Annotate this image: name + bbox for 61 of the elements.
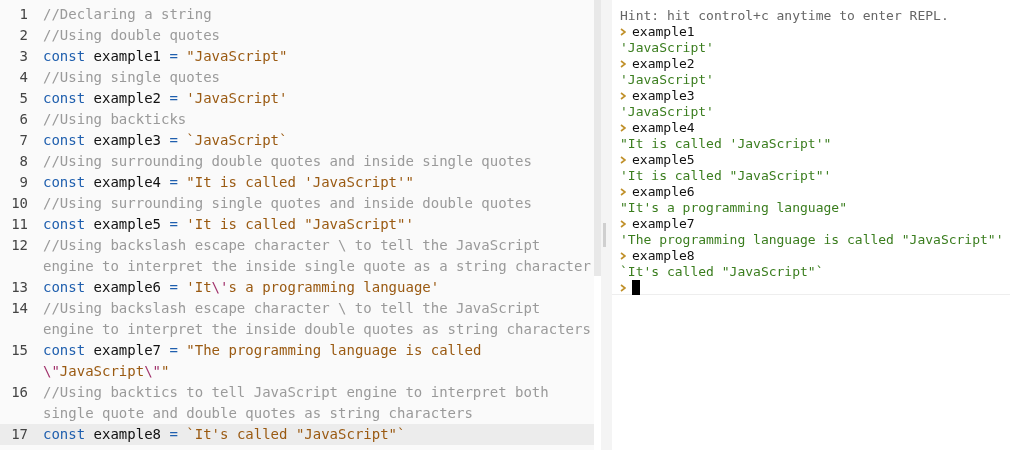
code-statement: const example3 = `JavaScript` <box>43 131 289 150</box>
console-command: example2 <box>632 56 695 72</box>
console-command: example4 <box>632 120 695 136</box>
code-statement: const example1 = "JavaScript" <box>43 47 289 66</box>
prompt-icon <box>620 92 626 100</box>
code-comment: //Using backticks <box>43 110 188 129</box>
code-statement: const example2 = 'JavaScript' <box>43 89 289 108</box>
line-number: 3 <box>18 47 29 66</box>
line-number: 15 <box>10 341 29 360</box>
code-statement: const example7 = "The programming language is called \"JavaScript\"" <box>43 341 483 381</box>
line-number: 7 <box>18 131 29 150</box>
console-output: "It is called 'JavaScript'" <box>620 136 833 152</box>
code-statement: const example6 = 'It\'s a programming language' <box>43 278 441 297</box>
line-number: 5 <box>18 89 29 108</box>
console-command: example7 <box>632 216 695 232</box>
code-comment: //Declaring a string <box>43 5 213 24</box>
code-statement: const example8 = `It's called "JavaScript"` <box>43 425 407 444</box>
console-output: 'JavaScript' <box>620 40 715 56</box>
line-number: 16 <box>10 383 29 402</box>
prompt-icon <box>620 283 626 292</box>
console-command: example6 <box>632 184 695 200</box>
console-output: 'It is called "JavaScript"' <box>620 168 833 184</box>
cursor-icon <box>632 280 640 295</box>
line-number: 12 <box>10 236 29 255</box>
code-comment: //Using single quotes <box>43 68 221 87</box>
prompt-icon <box>620 220 626 228</box>
line-number: 10 <box>10 194 29 213</box>
line-number: 14 <box>10 299 29 318</box>
console-command: example5 <box>632 152 695 168</box>
line-number: 9 <box>18 173 29 192</box>
console-output: `It's called "JavaScript"` <box>620 264 825 280</box>
line-number: 2 <box>18 26 29 45</box>
code-comment: //Using surrounding double quotes and inside single quotes <box>43 152 533 171</box>
prompt-icon <box>620 124 626 132</box>
console-output: "It's a programming language" <box>620 200 848 216</box>
console-command: example3 <box>632 88 695 104</box>
line-number: 13 <box>10 278 29 297</box>
line-number: 8 <box>18 152 29 171</box>
console-command: example1 <box>632 24 695 40</box>
console-output: 'JavaScript' <box>620 104 715 120</box>
line-number: 17 <box>10 425 29 444</box>
code-statement: const example5 = 'It is called "JavaScript"' <box>43 215 415 234</box>
console-command: example8 <box>632 248 695 264</box>
line-number: 6 <box>18 110 29 129</box>
line-number: 4 <box>18 68 29 87</box>
code-statement: const example4 = "It is called 'JavaScript'" <box>43 173 415 192</box>
prompt-icon <box>620 188 626 196</box>
prompt-icon <box>620 60 626 68</box>
prompt-icon <box>620 28 626 36</box>
line-number: 11 <box>10 215 29 234</box>
prompt-icon <box>620 252 626 260</box>
code-comment: //Using backslash escape character \ to tell the JavaScript engine to interpret the inside single quote as a string character <box>43 236 592 276</box>
console-hint: Hint: hit control+c anytime to enter REPL. <box>620 8 950 24</box>
line-number: 1 <box>18 5 29 24</box>
code-comment: //Using surrounding single quotes and inside double quotes <box>43 194 533 213</box>
console-output: 'The programming language is called "JavaScript"' <box>620 232 1005 248</box>
prompt-icon <box>620 156 626 164</box>
console-output: 'JavaScript' <box>620 72 715 88</box>
code-comment: //Using backtics to tell JavaScript engine to interpret both single quote and double quotes as string characters <box>43 383 550 423</box>
code-comment: //Using backslash escape character \ to tell the JavaScript engine to interpret the inside double quotes as string characters <box>43 299 592 339</box>
code-comment: //Using double quotes <box>43 26 221 45</box>
